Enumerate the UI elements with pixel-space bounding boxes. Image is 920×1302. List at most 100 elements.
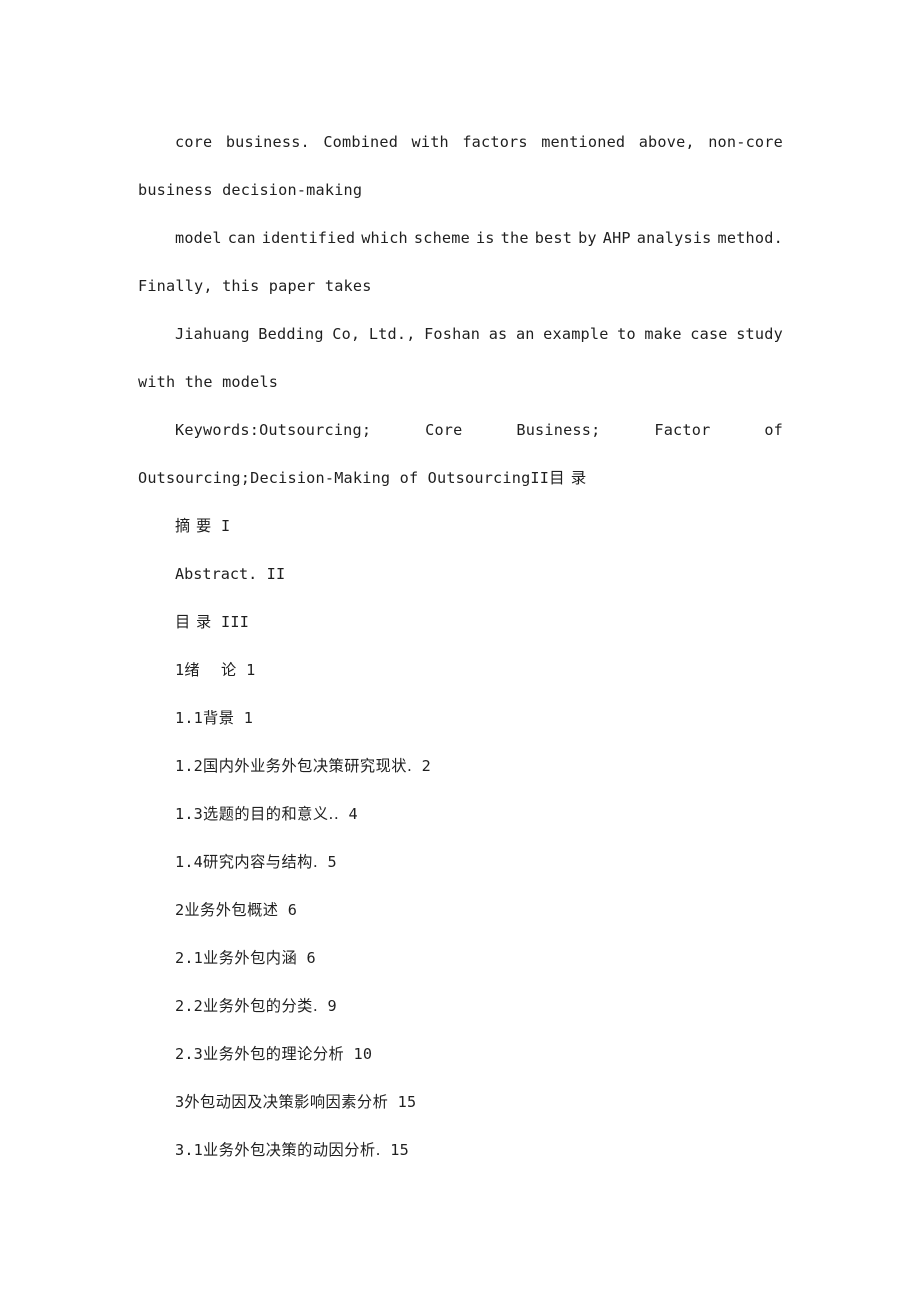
toc-entry[interactable]: 1.4研究内容与结构. 5 [138,838,783,886]
word: Ltd., [368,325,416,343]
word-gap [310,118,323,166]
toc-entry-number: 1.4 [175,853,204,871]
word: Business; [516,421,601,439]
toc-entry-page-number: 1 [236,661,256,679]
toc-entry-page-number: 15 [380,1141,409,1159]
word: as [488,325,508,343]
toc-entry-title: 目 录 [175,613,212,631]
toc-entry-number: 2.3 [175,1045,204,1063]
toc-entry[interactable]: 3.1业务外包决策的动因分析. 15 [138,1126,783,1174]
toc-entry-title: 外包动因及决策影响因素分析 [184,1093,389,1111]
word-gap [507,310,516,358]
toc-entry-page-number: 10 [344,1045,373,1063]
toc-entry-number: 3.1 [175,1141,204,1159]
toc-entry-page-number: II [257,565,286,583]
toc-entry[interactable]: 目 录 III [138,598,783,646]
keywords-line-2: Outsourcing;Decision-Making of Outsourci… [138,454,783,502]
toc-entry-title: 业务外包决策的动因分析. [203,1141,381,1159]
abstract-paragraph-2-line-2: Finally, this paper takes [138,277,372,295]
word-gap [360,310,369,358]
word: AHP [602,229,631,247]
toc-entry-number: 1.1 [175,709,204,727]
word: make [644,325,682,343]
word: non-core [708,133,783,151]
word: Bedding [258,325,324,343]
toc-entry[interactable]: 2.1业务外包内涵 6 [138,934,783,982]
abstract-paragraph-3-line-2: with the models [138,373,279,391]
word: Combined [323,133,399,151]
word-gap [324,310,333,358]
toc-entry-title: 绪 论 [184,661,237,679]
toc-entry-number: 2.2 [175,997,204,1015]
toc-entry[interactable]: 2.2业务外包的分类. 9 [138,982,783,1030]
word-gap [398,118,411,166]
toc-entry[interactable]: 1.3选题的目的和意义.. 4 [138,790,783,838]
toc-entry[interactable]: 1绪 论 1 [138,646,783,694]
document-page: core business. Combined with factors mentione… [0,0,920,1302]
toc-entry[interactable]: 1.1背景 1 [138,694,783,742]
word: core [175,133,213,151]
abstract-paragraph-1-line-2: business decision-making [138,181,363,199]
word: is [475,229,495,247]
keywords-line-2-cjk: 目 录 [549,469,587,487]
toc-entry-title: 业务外包概述 [184,901,279,919]
toc-entry-page-number: 15 [388,1093,417,1111]
toc-entry[interactable]: 2业务外包概述 6 [138,886,783,934]
toc-entry-page-number: 6 [278,901,298,919]
word: can [227,229,256,247]
table-of-contents: 摘 要 I Abstract. II 目 录 III 1绪 论 1 1.1背景 1 1.2… [138,502,783,1174]
word-gap [710,406,764,454]
toc-entry-number: 1.3 [175,805,204,823]
word: to [617,325,636,343]
word: example [543,325,609,343]
toc-entry[interactable]: 2.3业务外包的理论分析 10 [138,1030,783,1078]
word: which [361,229,408,247]
toc-entry-number: 1.2 [175,757,204,775]
toc-entry[interactable]: 3外包动因及决策影响因素分析 15 [138,1078,783,1126]
word-gap [625,118,638,166]
word: case [690,325,728,343]
word: an [515,325,535,343]
word-gap [609,310,618,358]
word: factors [462,133,528,151]
word: mentioned [541,133,626,151]
word-gap [535,310,544,358]
toc-entry[interactable]: Abstract. II [138,550,783,598]
abstract-paragraph-3-line-1: Jiahuang Bedding Co, Ltd., Foshan as an example… [138,310,783,358]
word-gap [600,406,654,454]
word-gap [371,406,425,454]
toc-entry-title: 业务外包的分类. [203,997,319,1015]
abstract-paragraph-1-line-1: core business. Combined with factors mentione… [138,118,783,166]
word: model [175,229,222,247]
word: Core [425,421,463,439]
word: Factor [654,421,711,439]
toc-entry-title: 研究内容与结构. [203,853,319,871]
word-gap [449,118,462,166]
toc-entry[interactable]: 摘 要 I [138,502,783,550]
toc-entry-page-number: 1 [234,709,254,727]
toc-entry-page-number: 5 [318,853,337,871]
word-gap [682,310,691,358]
toc-entry-title: 选题的目的和意义.. [203,805,340,823]
word: scheme [413,229,470,247]
word-gap [212,118,225,166]
word: identified [261,229,356,247]
toc-entry-page-number: 9 [318,997,337,1015]
word: by [578,229,597,247]
word-gap [480,310,489,358]
toc-entry-number: 3 [175,1093,185,1111]
keywords-line-1: Keywords:Outsourcing; Core Business; Factor… [138,406,783,454]
toc-entry-title: 国内外业务外包决策研究现状. [203,757,413,775]
word: Foshan [424,325,481,343]
word: study [736,325,783,343]
toc-entry[interactable]: 1.2国内外业务外包决策研究现状. 2 [138,742,783,790]
toc-entry-page-number: III [211,613,250,631]
word: Keywords:Outsourcing; [175,421,372,439]
word: business. [225,133,310,151]
document-text-block: core business. Combined with factors mentione… [138,118,783,1174]
word-gap [695,118,708,166]
toc-entry-number: 2 [175,901,185,919]
toc-entry-number: 2.1 [175,949,204,967]
word: Jiahuang [175,325,250,343]
word-gap [636,310,645,358]
